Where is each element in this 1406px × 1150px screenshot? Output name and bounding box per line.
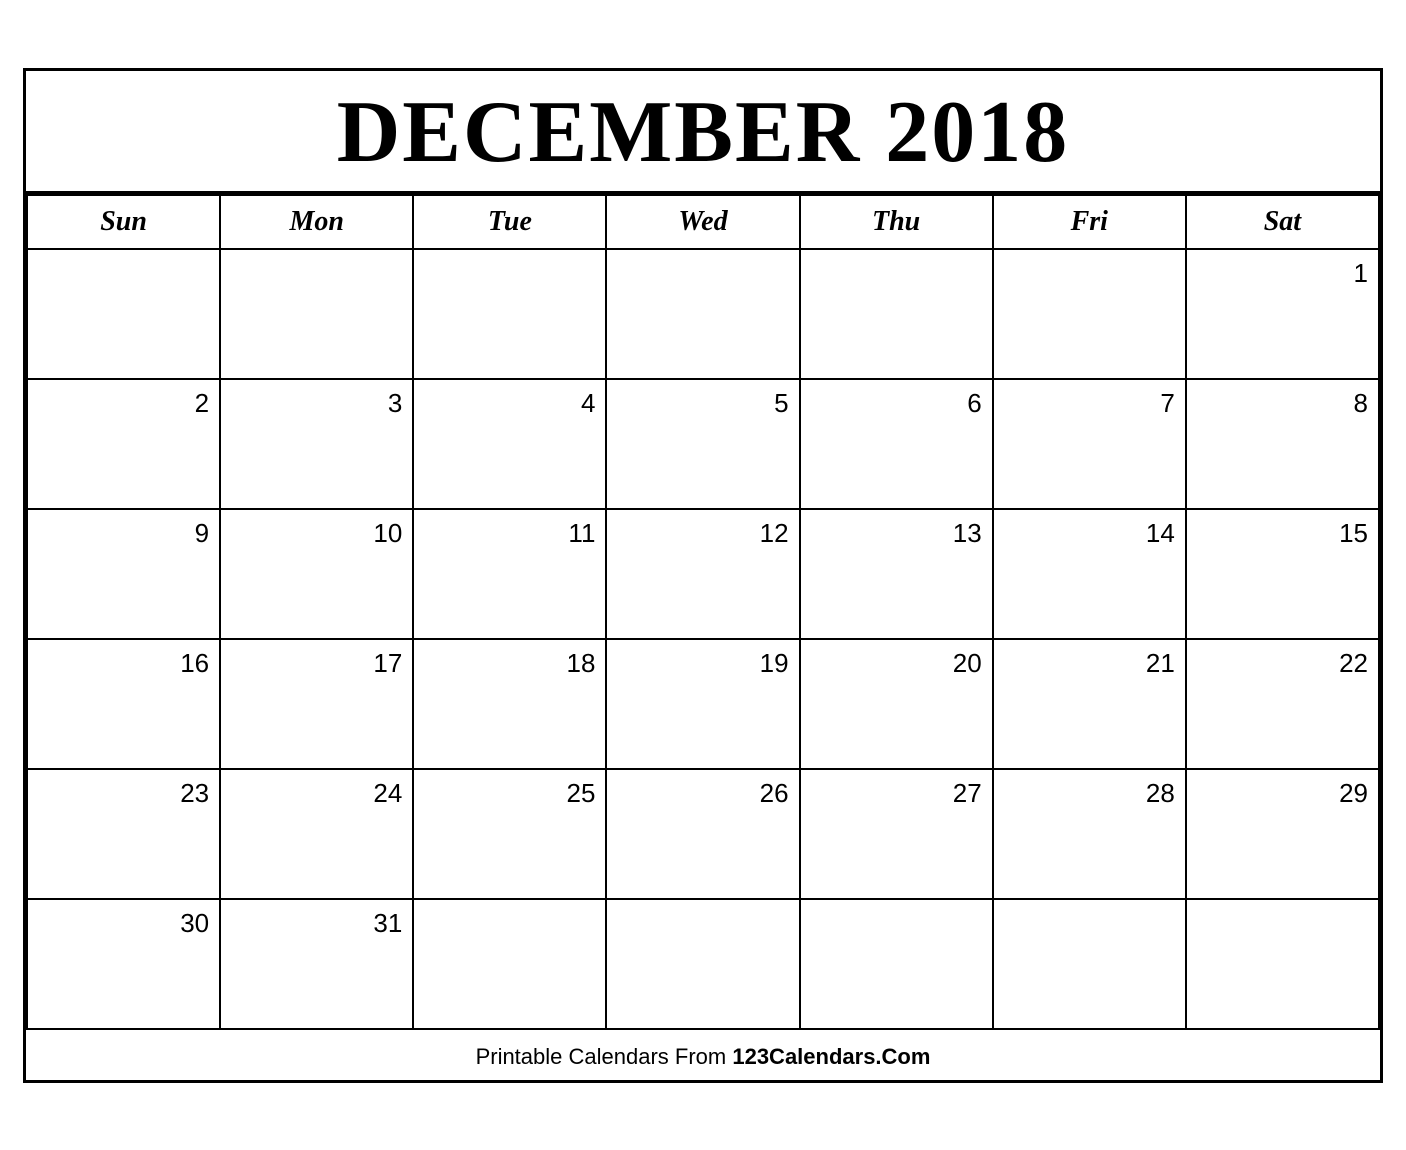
calendar-day-cell: 31 — [220, 899, 413, 1029]
calendar-day-cell: 2 — [27, 379, 220, 509]
weekday-header-sat: Sat — [1186, 195, 1379, 249]
calendar-grid: SunMonTueWedThuFriSat 123456789101112131… — [26, 194, 1380, 1030]
calendar-day-cell: 5 — [606, 379, 799, 509]
calendar-day-cell: 3 — [220, 379, 413, 509]
calendar-week-row: 23242526272829 — [27, 769, 1379, 899]
calendar-day-cell: 7 — [993, 379, 1186, 509]
weekday-header-fri: Fri — [993, 195, 1186, 249]
weekday-header-sun: Sun — [27, 195, 220, 249]
calendar-week-row: 9101112131415 — [27, 509, 1379, 639]
calendar-day-cell: 15 — [1186, 509, 1379, 639]
calendar-day-cell: 29 — [1186, 769, 1379, 899]
calendar-day-cell: 13 — [800, 509, 993, 639]
calendar-day-cell: 19 — [606, 639, 799, 769]
calendar-day-cell — [606, 249, 799, 379]
footer-text: Printable Calendars From — [476, 1044, 733, 1069]
calendar-day-cell: 10 — [220, 509, 413, 639]
calendar-day-cell — [413, 899, 606, 1029]
calendar-day-cell: 30 — [27, 899, 220, 1029]
calendar-day-cell: 18 — [413, 639, 606, 769]
weekday-header-tue: Tue — [413, 195, 606, 249]
calendar-day-cell: 17 — [220, 639, 413, 769]
weekday-header-mon: Mon — [220, 195, 413, 249]
calendar-day-cell — [220, 249, 413, 379]
calendar-day-cell: 4 — [413, 379, 606, 509]
calendar-day-cell: 9 — [27, 509, 220, 639]
weekday-header-wed: Wed — [606, 195, 799, 249]
calendar-container: DECEMBER 2018 SunMonTueWedThuFriSat 1234… — [23, 68, 1383, 1083]
calendar-day-cell: 24 — [220, 769, 413, 899]
calendar-day-cell: 25 — [413, 769, 606, 899]
calendar-day-cell: 11 — [413, 509, 606, 639]
calendar-day-cell: 16 — [27, 639, 220, 769]
footer-brand: 123Calendars.Com — [732, 1044, 930, 1069]
month-year-label: DECEMBER 2018 — [337, 84, 1070, 181]
calendar-week-row: 3031 — [27, 899, 1379, 1029]
calendar-day-cell: 28 — [993, 769, 1186, 899]
calendar-footer: Printable Calendars From 123Calendars.Co… — [26, 1030, 1380, 1080]
calendar-day-cell: 1 — [1186, 249, 1379, 379]
calendar-week-row: 16171819202122 — [27, 639, 1379, 769]
calendar-day-cell: 23 — [27, 769, 220, 899]
calendar-day-cell — [413, 249, 606, 379]
calendar-title: DECEMBER 2018 — [26, 71, 1380, 194]
calendar-day-cell: 6 — [800, 379, 993, 509]
calendar-day-cell: 8 — [1186, 379, 1379, 509]
calendar-day-cell — [993, 249, 1186, 379]
calendar-day-cell — [1186, 899, 1379, 1029]
calendar-week-row: 1 — [27, 249, 1379, 379]
calendar-day-cell: 20 — [800, 639, 993, 769]
calendar-day-cell: 22 — [1186, 639, 1379, 769]
weekday-header-row: SunMonTueWedThuFriSat — [27, 195, 1379, 249]
calendar-day-cell: 26 — [606, 769, 799, 899]
calendar-day-cell — [993, 899, 1186, 1029]
calendar-week-row: 2345678 — [27, 379, 1379, 509]
calendar-day-cell: 12 — [606, 509, 799, 639]
calendar-day-cell: 21 — [993, 639, 1186, 769]
weekday-header-thu: Thu — [800, 195, 993, 249]
calendar-day-cell — [606, 899, 799, 1029]
calendar-day-cell — [800, 899, 993, 1029]
calendar-day-cell: 27 — [800, 769, 993, 899]
calendar-day-cell — [800, 249, 993, 379]
calendar-day-cell: 14 — [993, 509, 1186, 639]
calendar-day-cell — [27, 249, 220, 379]
